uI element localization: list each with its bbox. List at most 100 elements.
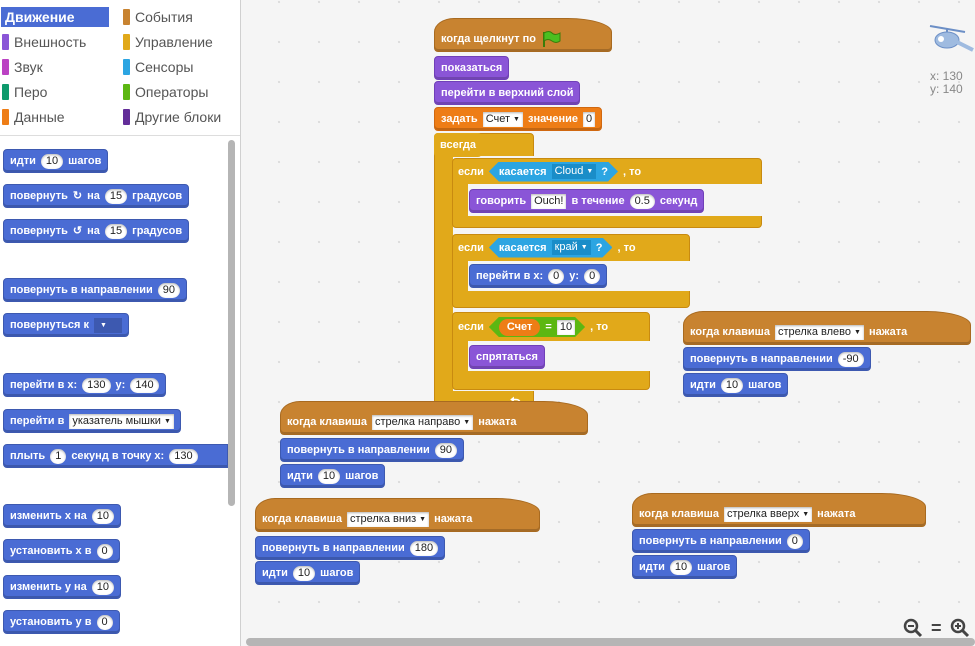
category-9[interactable]: Операторы bbox=[122, 82, 234, 102]
y-input[interactable]: 140 bbox=[130, 377, 159, 393]
point-direction-block[interactable]: повернуть в направлении -90 bbox=[683, 347, 871, 371]
target-dropdown[interactable] bbox=[93, 317, 122, 333]
when-key-right-hat[interactable]: когда клавиша стрелка направо нажата bbox=[280, 401, 588, 435]
x-input[interactable]: 0 bbox=[96, 543, 113, 559]
key-dropdown[interactable]: стрелка вниз bbox=[346, 511, 430, 527]
point-direction-block[interactable]: повернуть в направлении 0 bbox=[632, 529, 810, 553]
y-input[interactable]: 0 bbox=[584, 268, 601, 284]
seconds-input[interactable]: 0.5 bbox=[629, 193, 655, 209]
zoom-reset-button[interactable]: = bbox=[931, 618, 942, 643]
zoom-in-icon[interactable] bbox=[950, 618, 970, 643]
direction-input[interactable]: -90 bbox=[837, 351, 864, 367]
direction-input[interactable]: 0 bbox=[786, 533, 803, 549]
move-block[interactable]: идти 10 шагов bbox=[632, 555, 738, 579]
block-label: плыть bbox=[10, 450, 46, 462]
category-label: Звук bbox=[14, 59, 43, 75]
x-input[interactable]: 130 bbox=[169, 448, 198, 464]
palette-scrollbar[interactable] bbox=[228, 140, 235, 506]
block-label: ? bbox=[601, 165, 609, 178]
block-label: перейти в верхний слой bbox=[441, 87, 574, 99]
category-8[interactable]: Сенсоры bbox=[122, 57, 234, 77]
value-input[interactable]: 0 bbox=[582, 111, 596, 127]
when-flag-clicked-hat[interactable]: когда щелкнут по bbox=[434, 18, 612, 52]
dy-input[interactable]: 10 bbox=[91, 579, 115, 595]
degrees-input[interactable]: 15 bbox=[104, 188, 128, 204]
palette-block-point-towards[interactable]: повернуться к bbox=[3, 313, 129, 337]
block-label: нажата bbox=[817, 508, 856, 520]
hide-block[interactable]: спрятаться bbox=[469, 345, 545, 369]
steps-input[interactable]: 10 bbox=[669, 559, 693, 575]
when-key-down-hat[interactable]: когда клавиша стрелка вниз нажата bbox=[255, 498, 540, 532]
steps-input[interactable]: 10 bbox=[720, 377, 744, 393]
move-block[interactable]: идти 10 шагов bbox=[280, 464, 386, 488]
touching-object-dropdown[interactable]: край bbox=[552, 240, 591, 255]
category-1[interactable]: Движение bbox=[1, 7, 109, 27]
block-label: , то bbox=[617, 241, 636, 254]
direction-input[interactable]: 180 bbox=[409, 540, 439, 556]
block-label: если bbox=[458, 321, 484, 333]
say-for-secs-block[interactable]: говорить Ouch! в течение 0.5 секунд bbox=[469, 189, 705, 213]
category-4[interactable]: Перо bbox=[1, 82, 113, 102]
palette-block-change-x[interactable]: изменить х на 10 bbox=[3, 504, 122, 528]
value-input[interactable]: 10 bbox=[557, 320, 575, 335]
go-to-front-block[interactable]: перейти в верхний слой bbox=[434, 81, 581, 105]
palette-block-turn-left[interactable]: повернуть ↺ на 15 градусов bbox=[3, 219, 190, 243]
x-input[interactable]: 130 bbox=[82, 377, 111, 393]
move-block[interactable]: идти 10 шагов bbox=[255, 561, 361, 585]
goto-xy-block[interactable]: перейти в x: 0 y: 0 bbox=[469, 264, 608, 288]
point-direction-block[interactable]: повернуть в направлении 90 bbox=[280, 438, 464, 462]
seconds-input[interactable]: 1 bbox=[50, 448, 67, 464]
palette-block-set-y[interactable]: установить у в 0 bbox=[3, 610, 120, 634]
key-dropdown[interactable]: стрелка влево bbox=[774, 324, 864, 340]
key-dropdown[interactable]: стрелка направо bbox=[371, 414, 474, 430]
category-3[interactable]: Звук bbox=[1, 57, 113, 77]
block-label: повернуть в направлении bbox=[287, 444, 430, 456]
category-6[interactable]: События bbox=[122, 7, 234, 27]
palette-block-goto-xy[interactable]: перейти в x: 130 y: 140 bbox=[3, 373, 166, 397]
category-2[interactable]: Внешность bbox=[1, 32, 113, 52]
when-key-up-hat[interactable]: когда клавиша стрелка вверх нажата bbox=[632, 493, 926, 527]
steps-input[interactable]: 10 bbox=[40, 153, 64, 169]
direction-input[interactable]: 90 bbox=[157, 282, 180, 298]
block-label: изменить у на bbox=[10, 581, 87, 593]
palette-block-goto[interactable]: перейти в указатель мышки bbox=[3, 409, 181, 433]
point-direction-block[interactable]: повернуть в направлении 180 bbox=[255, 536, 446, 560]
set-variable-block[interactable]: задать Счет значение 0 bbox=[434, 107, 603, 131]
message-input[interactable]: Ouch! bbox=[531, 193, 567, 209]
block-label: на bbox=[87, 225, 100, 237]
category-10[interactable]: Другие блоки bbox=[122, 107, 234, 127]
palette-block-set-x[interactable]: установить х в 0 bbox=[3, 539, 120, 563]
key-dropdown[interactable]: стрелка вверх bbox=[723, 506, 813, 522]
move-block[interactable]: идти 10 шагов bbox=[683, 373, 789, 397]
block-label: шагов bbox=[320, 567, 354, 579]
show-block[interactable]: показаться bbox=[434, 56, 510, 80]
steps-input[interactable]: 10 bbox=[317, 468, 341, 484]
palette-block-point-direction[interactable]: повернуть в направлении 90 bbox=[3, 278, 187, 302]
palette-block-move[interactable]: идти 10 шагов bbox=[3, 149, 109, 173]
score-variable-reporter[interactable]: Счет bbox=[499, 319, 541, 336]
palette-block-glide[interactable]: плыть 1 секунд в точку x: 130 bbox=[3, 444, 228, 468]
script-area-scrollbar[interactable] bbox=[246, 638, 975, 646]
when-key-left-hat[interactable]: когда клавиша стрелка влево нажата bbox=[683, 311, 971, 345]
equals-operator[interactable]: Счет = 10 bbox=[489, 317, 585, 337]
touching-sensor[interactable]: касается край ? bbox=[489, 238, 613, 258]
x-input[interactable]: 0 bbox=[548, 268, 565, 284]
steps-input[interactable]: 10 bbox=[292, 565, 316, 581]
touching-sensor[interactable]: касается Cloud ? bbox=[489, 162, 618, 182]
degrees-input[interactable]: 15 bbox=[104, 223, 128, 239]
palette-block-turn-right[interactable]: повернуть ↻ на 15 градусов bbox=[3, 184, 190, 208]
block-label: , то bbox=[623, 165, 642, 178]
category-color-swatch bbox=[123, 9, 130, 25]
direction-input[interactable]: 90 bbox=[434, 442, 457, 458]
block-label: спрятаться bbox=[476, 351, 538, 363]
zoom-out-icon[interactable] bbox=[903, 618, 923, 643]
y-input[interactable]: 0 bbox=[96, 614, 113, 630]
category-5[interactable]: Данные bbox=[1, 107, 113, 127]
palette-block-change-y[interactable]: изменить у на 10 bbox=[3, 575, 122, 599]
dx-input[interactable]: 10 bbox=[91, 508, 115, 524]
category-7[interactable]: Управление bbox=[122, 32, 234, 52]
touching-object-dropdown[interactable]: Cloud bbox=[552, 164, 597, 179]
helicopter-sprite-icon bbox=[929, 25, 974, 52]
goto-target-dropdown[interactable]: указатель мышки bbox=[69, 413, 174, 429]
variable-dropdown[interactable]: Счет bbox=[482, 111, 523, 127]
